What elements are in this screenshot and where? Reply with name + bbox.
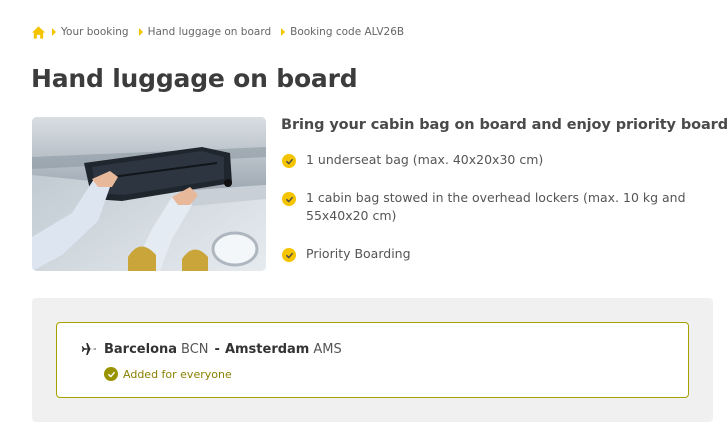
plane-icon (81, 343, 97, 355)
origin-code: BCN (181, 341, 209, 357)
cabin-luggage-photo (32, 117, 266, 271)
chevron-right-icon (52, 28, 56, 36)
route-separator: - (214, 341, 220, 357)
page-title: Hand luggage on board (31, 64, 358, 93)
flights-panel: Barcelona BCN - Amsterdam AMS Added for … (32, 298, 713, 422)
check-icon (104, 367, 118, 381)
destination-city: Amsterdam (224, 341, 310, 357)
check-icon (282, 154, 296, 168)
breadcrumb-item-hand-luggage[interactable]: Hand luggage on board (138, 26, 272, 38)
feature-item: 1 underseat bag (max. 40x20x30 cm) (281, 151, 701, 169)
status-text: Added for everyone (123, 367, 232, 381)
breadcrumb-link[interactable]: Hand luggage on board (148, 26, 272, 38)
feature-text: Priority Boarding (306, 246, 411, 261)
feature-item: Priority Boarding (281, 245, 701, 263)
status-badge: Added for everyone (104, 367, 232, 381)
origin-city: Barcelona (104, 341, 178, 357)
check-icon (282, 192, 296, 206)
check-icon (282, 248, 296, 262)
feature-text: 1 underseat bag (max. 40x20x30 cm) (306, 152, 544, 167)
home-icon[interactable] (31, 25, 46, 40)
chevron-right-icon (138, 28, 143, 36)
breadcrumb-link[interactable]: Your booking (61, 26, 129, 38)
feature-text: 1 cabin bag stowed in the overhead locke… (306, 190, 686, 223)
chevron-right-icon (281, 28, 286, 36)
breadcrumb-item-booking-code: Booking code ALV26B (281, 26, 404, 38)
breadcrumb-item-your-booking[interactable]: Your booking (52, 26, 129, 38)
feature-item: 1 cabin bag stowed in the overhead locke… (281, 189, 701, 225)
destination-code: AMS (313, 341, 342, 357)
flight-card[interactable]: Barcelona BCN - Amsterdam AMS Added for … (56, 322, 689, 398)
features-section: Bring your cabin bag on board and enjoy … (281, 117, 727, 262)
breadcrumb-current: Booking code ALV26B (290, 26, 405, 38)
flight-route: Barcelona BCN - Amsterdam AMS (79, 340, 342, 358)
breadcrumb: Your booking Hand luggage on board Booki… (31, 24, 414, 40)
features-heading: Bring your cabin bag on board and enjoy … (281, 117, 727, 133)
